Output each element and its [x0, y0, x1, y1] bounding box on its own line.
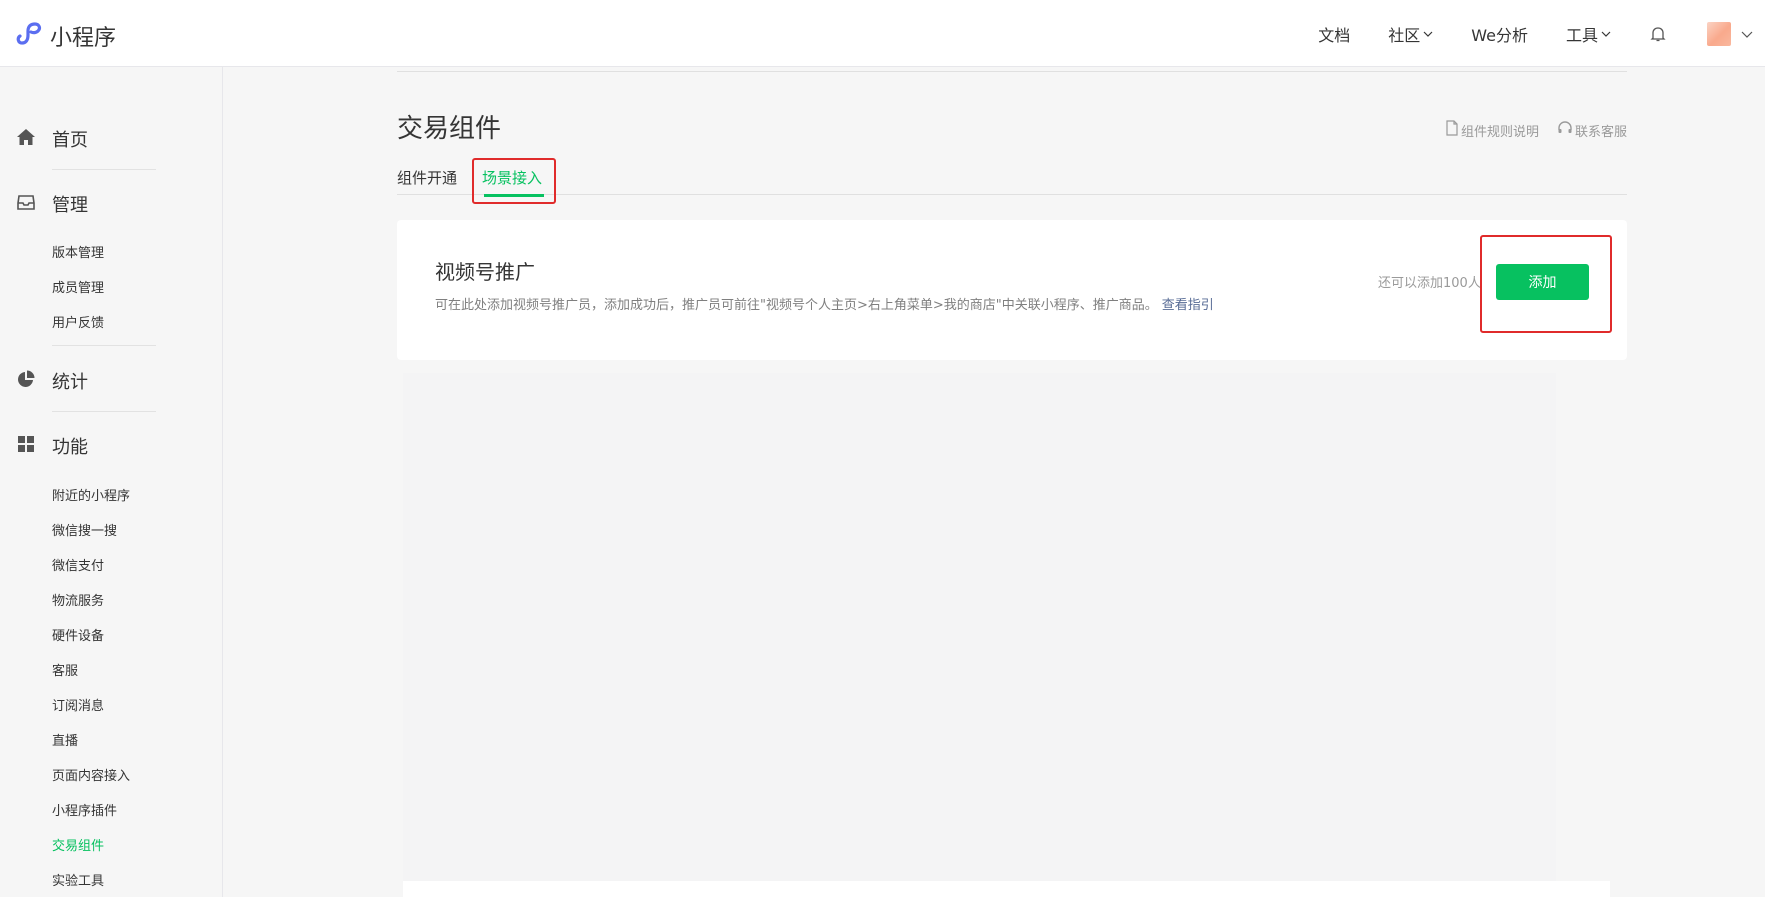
logo-text: 小程序 — [50, 26, 117, 51]
sidebar-item-page-content[interactable]: 页面内容接入 — [52, 765, 130, 784]
nav-we-analytics[interactable]: We分析 — [1471, 22, 1528, 46]
tab-bar: 组件开通 场景接入 — [397, 155, 1627, 195]
top-header: 小程序 文档 社区 We分析 工具 — [0, 0, 1765, 67]
headset-icon — [1557, 120, 1575, 140]
sidebar-item-plugins[interactable]: 小程序插件 — [52, 800, 117, 819]
sidebar-divider — [52, 411, 156, 412]
pie-chart-icon — [16, 369, 36, 393]
sidebar-item-wechat-search[interactable]: 微信搜一搜 — [52, 520, 117, 539]
view-guide-link[interactable]: 查看指引 — [1162, 298, 1214, 313]
help-links: 组件规则说明 联系客服 — [1427, 120, 1627, 140]
sidebar-item-trade-component[interactable]: 交易组件 — [52, 835, 104, 854]
document-icon — [1445, 120, 1461, 140]
logo[interactable]: 小程序 — [16, 20, 116, 52]
nav-tools[interactable]: 工具 — [1566, 22, 1611, 46]
highlight-box-tab — [472, 158, 556, 204]
sidebar-item-member-manage[interactable]: 成员管理 — [52, 277, 104, 296]
page-title: 交易组件 — [397, 114, 502, 144]
channels-promotion-card: 视频号推广 可在此处添加视频号推广员，添加成功后，推广员可前往"视频号个人主页>… — [397, 220, 1627, 360]
home-icon — [16, 127, 36, 151]
card-title: 视频号推广 — [435, 260, 535, 284]
sidebar-item-home[interactable]: 首页 — [16, 126, 88, 152]
sidebar-item-subscribe-message[interactable]: 订阅消息 — [52, 695, 104, 714]
contact-support-link[interactable]: 联系客服 — [1557, 120, 1627, 140]
highlight-box-add — [1480, 235, 1612, 333]
component-rules-link[interactable]: 组件规则说明 — [1445, 120, 1539, 140]
grid-icon — [16, 434, 36, 458]
sidebar-item-version-manage[interactable]: 版本管理 — [52, 242, 104, 261]
sidebar-item-nearby[interactable]: 附近的小程序 — [52, 485, 130, 504]
chevron-down-icon — [1598, 24, 1611, 43]
remaining-count: 还可以添加100人 — [1378, 276, 1481, 291]
sidebar-divider — [52, 169, 156, 170]
sidebar-item-hardware[interactable]: 硬件设备 — [52, 625, 104, 644]
content-placeholder — [403, 373, 1556, 881]
sidebar-item-statistics[interactable]: 统计 — [16, 368, 88, 394]
content-top-divider — [397, 71, 1627, 72]
sidebar-divider — [52, 345, 156, 346]
nav-docs[interactable]: 文档 — [1318, 22, 1350, 46]
sidebar-item-customer-service[interactable]: 客服 — [52, 660, 78, 679]
inbox-icon — [16, 192, 36, 216]
chevron-down-icon — [1420, 24, 1433, 43]
sidebar-item-user-feedback[interactable]: 用户反馈 — [52, 312, 104, 331]
top-nav: 文档 社区 We分析 工具 — [1318, 0, 1765, 67]
chevron-down-icon — [1731, 24, 1753, 43]
card-description: 可在此处添加视频号推广员，添加成功后，推广员可前往"视频号个人主页>右上角菜单>… — [435, 298, 1214, 313]
nav-community[interactable]: 社区 — [1388, 22, 1433, 46]
tab-component-activation[interactable]: 组件开通 — [397, 167, 457, 188]
account-menu[interactable] — [1707, 21, 1753, 46]
avatar — [1707, 21, 1731, 46]
sidebar-item-features[interactable]: 功能 — [16, 433, 88, 459]
sidebar-item-wechat-pay[interactable]: 微信支付 — [52, 555, 104, 574]
miniprogram-logo-icon — [16, 21, 42, 51]
sidebar-item-manage[interactable]: 管理 — [16, 191, 88, 217]
sidebar-item-live[interactable]: 直播 — [52, 730, 78, 749]
bottom-card — [403, 881, 1610, 897]
bell-icon[interactable] — [1649, 25, 1667, 43]
sidebar-item-logistics[interactable]: 物流服务 — [52, 590, 104, 609]
sidebar-item-experiment-tools[interactable]: 实验工具 — [52, 870, 104, 889]
